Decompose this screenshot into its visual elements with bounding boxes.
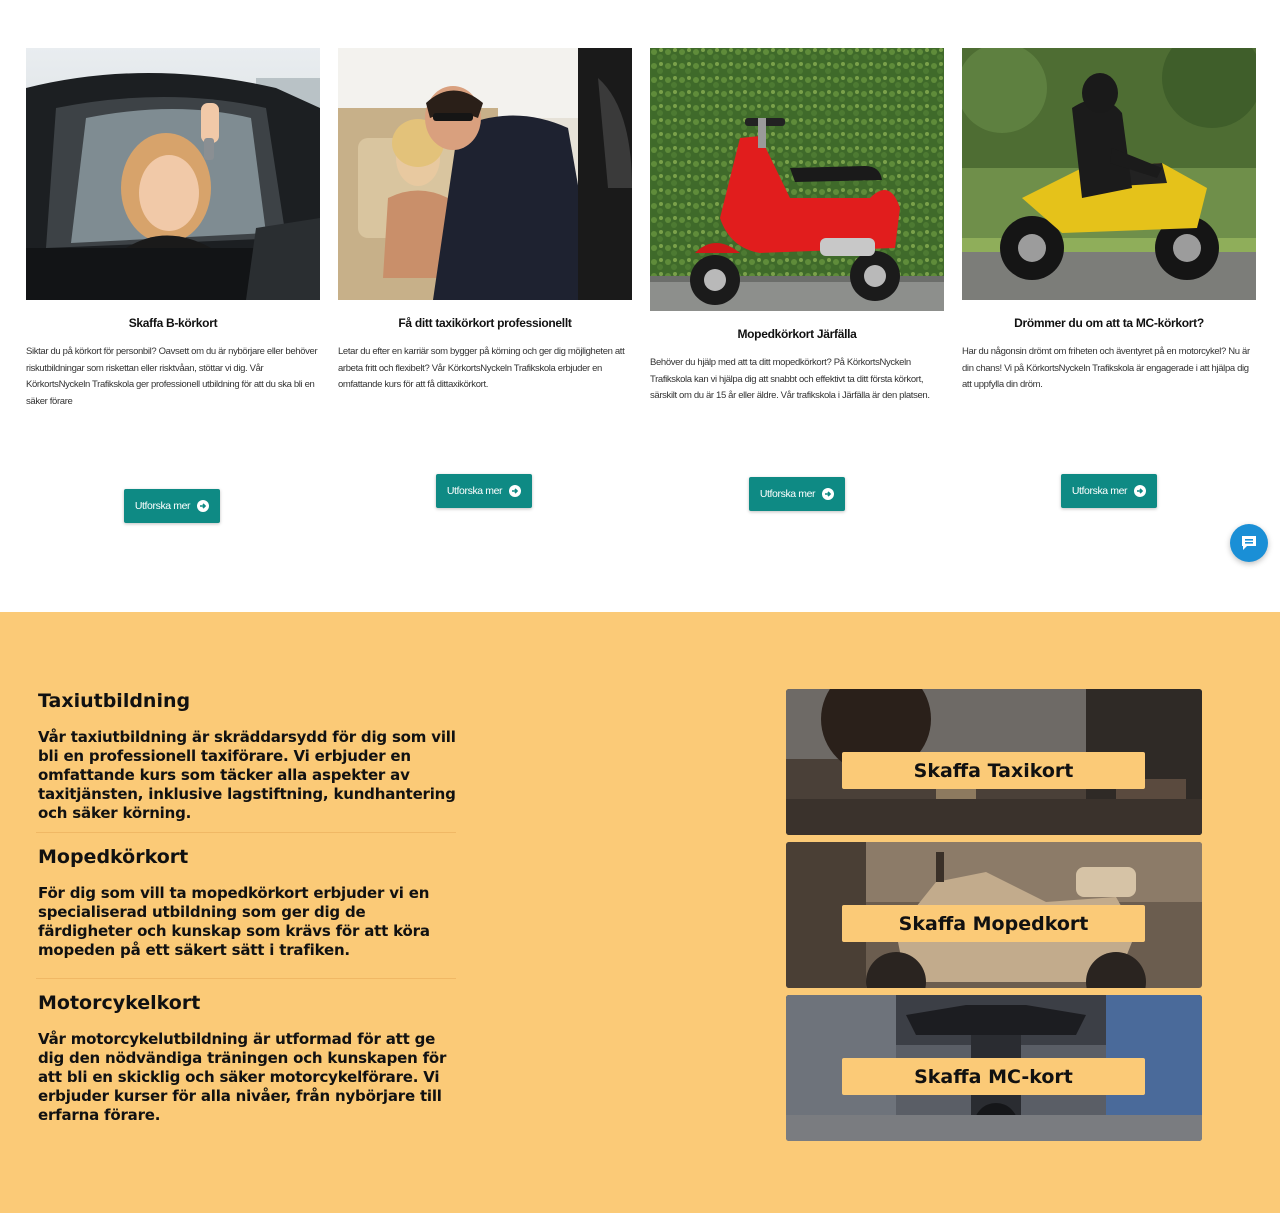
card-image-taxi-driver [338,48,632,300]
explore-button-mc-korkort[interactable]: Utforska mer [1061,474,1157,508]
button-label: Utforska mer [1071,485,1128,497]
service-text: Vår taxiutbildning är skräddarsydd för d… [38,728,456,822]
card-description: Siktar du på körkort för personbil? Oavs… [26,346,318,407]
explore-button-taxikorkort[interactable]: Utforska mer [436,474,532,508]
service-text: För dig som vill ta mopedkörkort erbjude… [38,884,430,959]
explore-button-b-korkort[interactable]: Utforska mer [124,489,220,523]
divider [36,978,456,979]
button-label: Utforska mer [446,485,503,497]
button-label: Utforska mer [134,500,191,512]
card-image-yellow-motorcycle [962,48,1256,300]
card-image-woman-in-car [26,48,320,300]
card-image-red-scooter [650,48,944,311]
button-label: Utforska mer [759,488,816,500]
tile-label: Skaffa Mopedkort [842,905,1145,942]
card-description: Letar du efter en karriär som bygger på … [338,346,625,390]
explore-button-mopedkorkort[interactable]: Utforska mer [749,477,845,511]
tile-mopedkort[interactable]: Skaffa Mopedkort [786,842,1202,988]
chat-icon [1242,536,1256,550]
arrow-right-icon [197,500,210,512]
card-description: Behöver du hjälp med att ta ditt mopedkö… [650,357,930,401]
chat-button[interactable] [1230,524,1268,562]
tile-label: Skaffa Taxikort [842,752,1145,789]
arrow-right-icon [822,488,835,500]
card-title: Få ditt taxikörkort professionellt [398,316,572,330]
card-title: Drömmer du om att ta MC-körkort? [1014,316,1204,330]
services-section: Taxiutbildning Vår taxiutbildning är skr… [0,612,1280,1213]
service-title: Motorcykelkort [38,992,201,1014]
tile-taxikort[interactable]: Skaffa Taxikort [786,689,1202,835]
arrow-right-icon [1134,485,1147,497]
feature-cards-section: Skaffa B-körkort Siktar du på körkort fö… [0,0,1280,565]
card-title: Mopedkörkort Järfälla [737,327,857,341]
service-title: Mopedkörkort [38,846,189,868]
tile-label: Skaffa MC-kort [842,1058,1145,1095]
card-description: Har du någonsin drömt om friheten och äv… [962,346,1250,390]
tile-mc-kort[interactable]: Skaffa MC-kort [786,995,1202,1141]
service-text: Vår motorcykelutbildning är utformad för… [38,1030,447,1124]
service-taxiutbildning: Taxiutbildning Vår taxiutbildning är skr… [38,690,458,823]
service-title: Taxiutbildning [38,690,191,712]
card-title: Skaffa B-körkort [128,316,218,330]
service-mopedkorkort: Mopedkörkort För dig som vill ta mopedkö… [38,846,458,960]
service-motorcykelkort: Motorcykelkort Vår motorcykelutbildning … [38,992,458,1125]
divider [36,832,456,833]
arrow-right-icon [509,485,522,497]
